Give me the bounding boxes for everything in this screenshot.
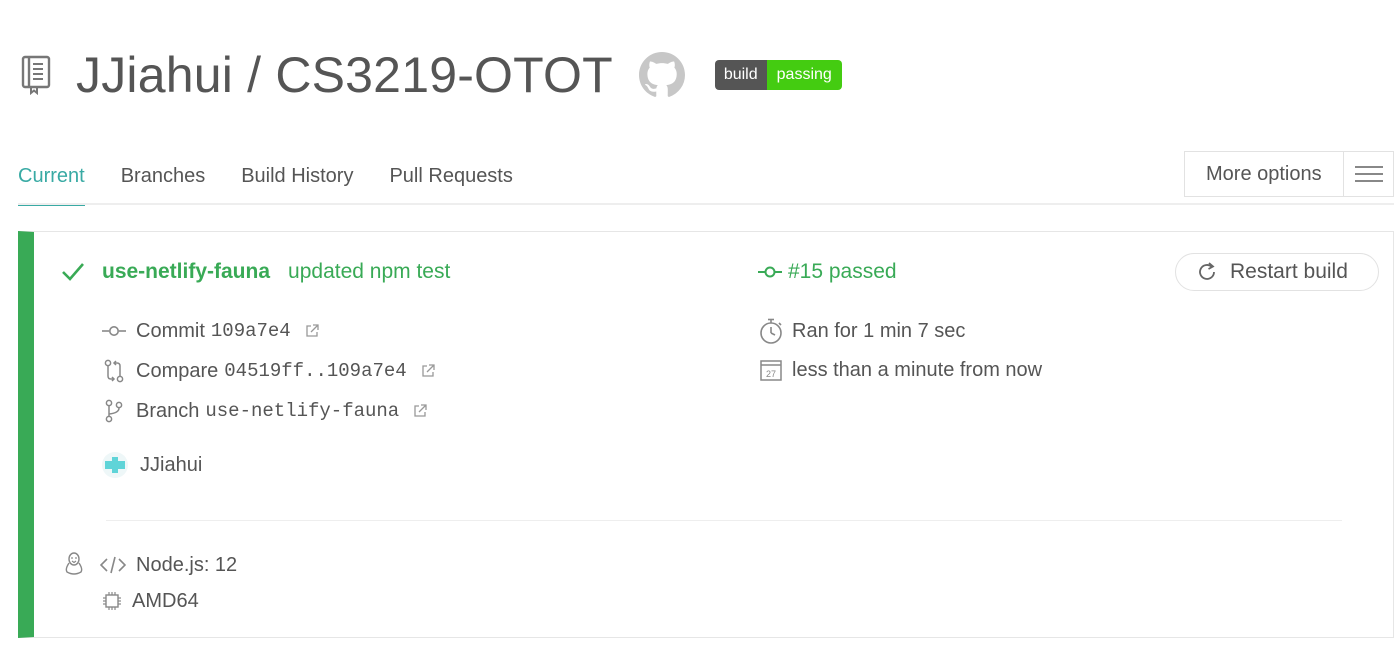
compare-icon: [102, 359, 126, 383]
commit-icon: [102, 319, 126, 343]
repo-header: JJiahui / CS3219-OTOT build passing: [18, 44, 842, 106]
build-duration: Ran for 1 min 7 sec: [792, 319, 966, 342]
tab-branches[interactable]: Branches: [121, 165, 206, 206]
branch-name[interactable]: use-netlify-fauna: [205, 400, 399, 422]
linux-icon: [64, 552, 86, 576]
calendar-icon: 27: [758, 357, 784, 383]
compare-range[interactable]: 04519ff..109a7e4: [224, 360, 406, 382]
restart-build-button[interactable]: Restart build: [1175, 253, 1379, 291]
commit-label: Commit: [136, 319, 205, 342]
commit-row: Commit 109a7e4: [102, 316, 319, 346]
compare-row: Compare 04519ff..109a7e4: [102, 356, 435, 386]
github-icon[interactable]: [638, 52, 685, 98]
passed-check-icon: [61, 256, 87, 288]
more-options-label: More options: [1206, 162, 1322, 185]
stopwatch-icon: [758, 318, 784, 344]
hamburger-menu-icon[interactable]: [1343, 152, 1393, 196]
build-branch-link[interactable]: use-netlify-fauna: [102, 260, 270, 284]
commit-sha[interactable]: 109a7e4: [211, 320, 291, 342]
cpu-arch: AMD64: [132, 589, 199, 612]
badge-label: build: [714, 60, 767, 90]
branch-icon: [102, 399, 126, 423]
build-finished-time: less than a minute from now: [792, 358, 1043, 381]
repo-icon: [18, 55, 54, 95]
code-icon: [100, 556, 126, 574]
commit-author: JJiahui: [102, 452, 202, 478]
branch-row: Branch use-netlify-fauna: [102, 396, 427, 426]
arch-row: AMD64: [102, 586, 199, 616]
tab-pull-requests[interactable]: Pull Requests: [389, 165, 512, 206]
build-status-text: #15 passed: [788, 260, 897, 283]
branch-label: Branch: [136, 399, 200, 422]
commit-node-icon: [758, 265, 782, 279]
tab-current[interactable]: Current: [18, 165, 85, 206]
badge-status: passing: [766, 60, 842, 90]
build-number-status[interactable]: #15 passed: [758, 256, 897, 288]
build-status-badge[interactable]: build passing: [714, 60, 842, 90]
compare-label: Compare: [136, 359, 219, 382]
calendar-day: 27: [766, 369, 776, 379]
finished-row: 27 less than a minute from now: [758, 355, 1042, 385]
language-version: Node.js: 12: [136, 553, 238, 576]
current-build-card: use-netlify-fauna updated npm test #15 p…: [18, 231, 1394, 638]
build-branch-and-message: use-netlify-fauna updated npm test: [102, 256, 450, 288]
avatar: [102, 452, 128, 478]
more-options-button[interactable]: More options: [1184, 151, 1394, 197]
author-name[interactable]: JJiahui: [140, 454, 202, 477]
tab-build-history[interactable]: Build History: [241, 165, 353, 206]
tabs-divider: [18, 203, 1394, 205]
external-link-icon[interactable]: [413, 404, 427, 418]
build-commit-message[interactable]: updated npm test: [288, 260, 450, 284]
duration-row: Ran for 1 min 7 sec: [758, 316, 965, 346]
external-link-icon[interactable]: [305, 324, 319, 338]
language-row: Node.js: 12: [100, 550, 237, 580]
section-divider: [106, 520, 1342, 521]
cpu-icon: [102, 591, 122, 611]
repo-title[interactable]: JJiahui / CS3219-OTOT: [76, 46, 613, 104]
repo-tabs: Current Branches Build History Pull Requ…: [18, 152, 549, 206]
external-link-icon[interactable]: [421, 364, 435, 378]
restart-build-label: Restart build: [1230, 260, 1348, 283]
restart-icon: [1196, 261, 1218, 283]
